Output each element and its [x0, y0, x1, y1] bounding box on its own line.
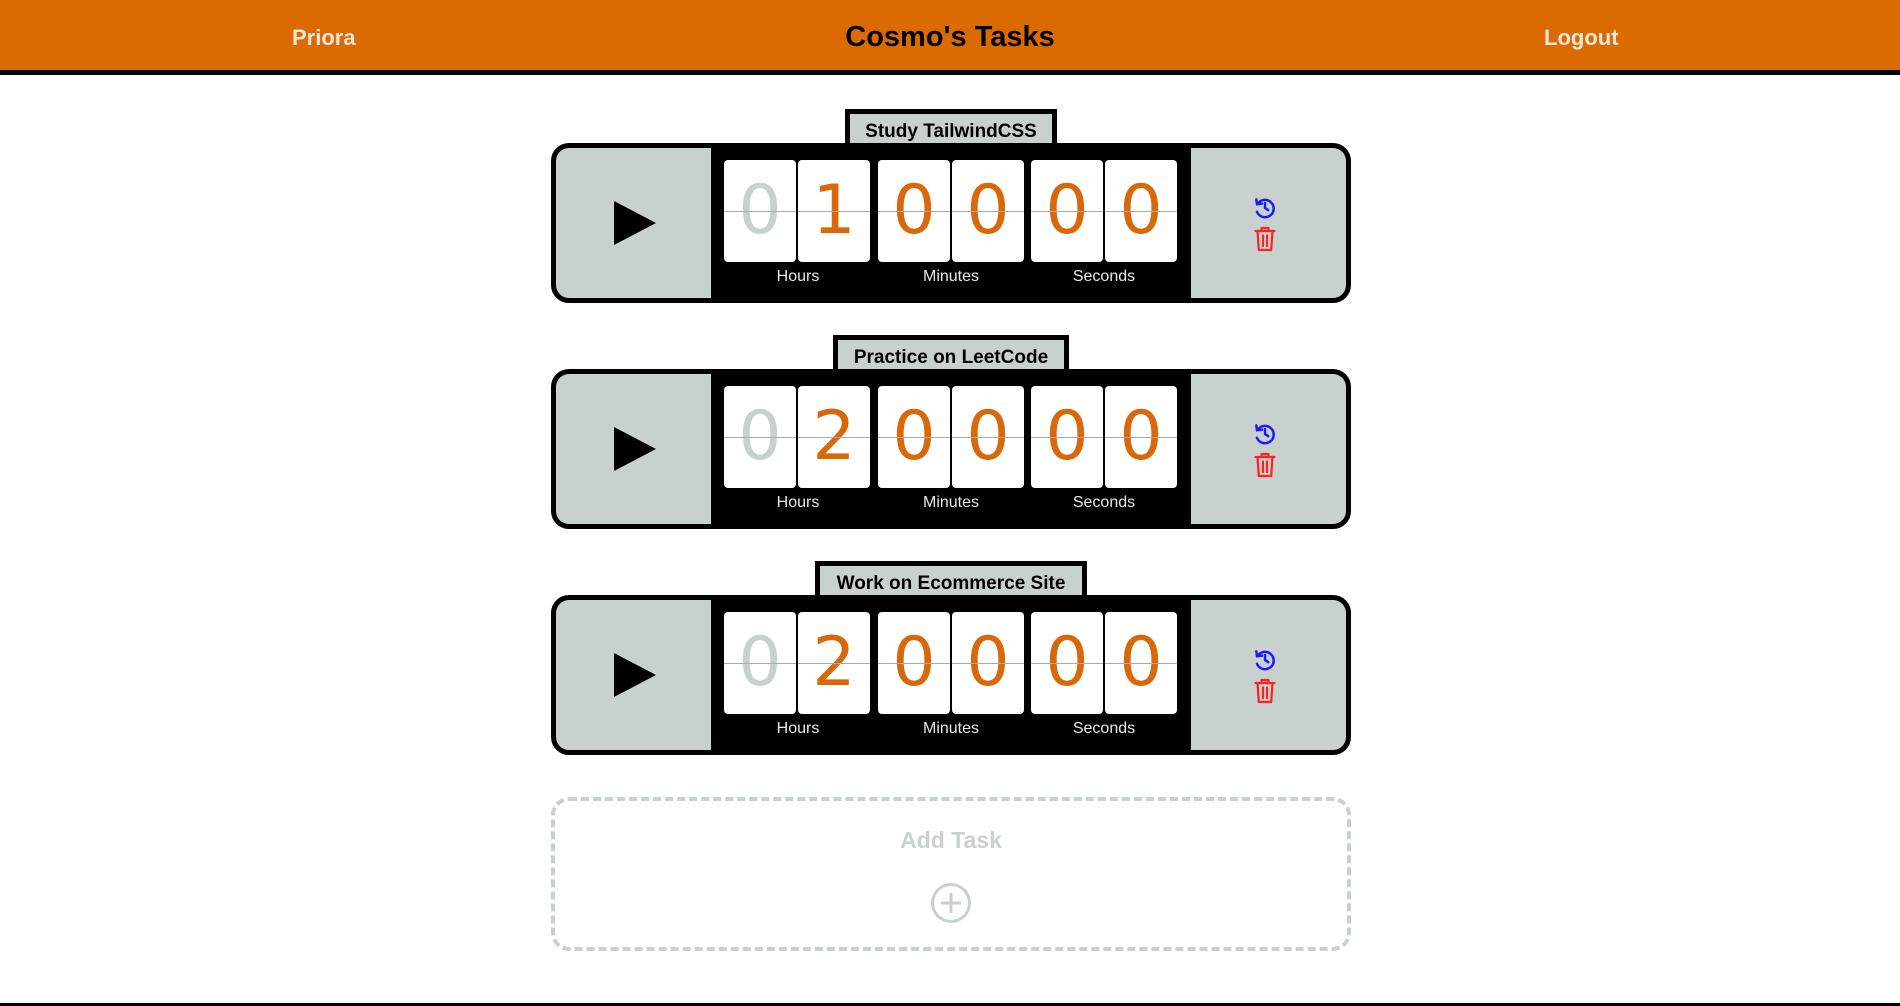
- minutes-ones-digit: 0: [952, 386, 1024, 488]
- hours-tens-digit: 0: [724, 386, 796, 488]
- brand-link[interactable]: Priora: [292, 0, 356, 75]
- task-card: Practice on LeetCode 0 2 0 0 0 0 Hours M…: [551, 335, 1351, 531]
- task-actions: [1191, 374, 1346, 524]
- minutes-tens-digit: 0: [878, 160, 950, 262]
- seconds-label: Seconds: [1072, 494, 1136, 511]
- play-icon: [614, 653, 656, 697]
- hours-label: Hours: [776, 494, 820, 511]
- minutes-tens-digit: 0: [878, 612, 950, 714]
- top-navbar: Priora Cosmo's Tasks Logout: [0, 0, 1900, 75]
- trash-icon[interactable]: [1254, 452, 1276, 478]
- minutes-ones-digit: 0: [952, 160, 1024, 262]
- hours-tens-digit: 0: [724, 160, 796, 262]
- seconds-tens-digit: 0: [1031, 386, 1103, 488]
- seconds-ones-digit: 0: [1105, 386, 1177, 488]
- hours-label: Hours: [776, 268, 820, 285]
- seconds-ones-digit: 0: [1105, 612, 1177, 714]
- hours-ones-digit: 1: [798, 160, 870, 262]
- hours-tens-digit: 0: [724, 612, 796, 714]
- hours-ones-digit: 2: [798, 612, 870, 714]
- minutes-label: Minutes: [922, 720, 980, 737]
- task-actions: [1191, 600, 1346, 750]
- trash-icon[interactable]: [1254, 226, 1276, 252]
- seconds-tens-digit: 0: [1031, 612, 1103, 714]
- task-card: Work on Ecommerce Site 0 2 0 0 0 0 Hours…: [551, 561, 1351, 757]
- logout-link[interactable]: Logout: [1544, 0, 1619, 75]
- minutes-label: Minutes: [922, 268, 980, 285]
- minutes-label: Minutes: [922, 494, 980, 511]
- play-button[interactable]: [556, 600, 711, 750]
- minutes-ones-digit: 0: [952, 612, 1024, 714]
- history-icon[interactable]: [1252, 647, 1278, 673]
- history-icon[interactable]: [1252, 195, 1278, 221]
- trash-icon[interactable]: [1254, 678, 1276, 704]
- task-actions: [1191, 148, 1346, 298]
- hours-label: Hours: [776, 720, 820, 737]
- timer-panel: 0 2 0 0 0 0 Hours Minutes Seconds: [551, 369, 1351, 529]
- play-button[interactable]: [556, 374, 711, 524]
- play-icon: [614, 427, 656, 471]
- seconds-tens-digit: 0: [1031, 160, 1103, 262]
- play-button[interactable]: [556, 148, 711, 298]
- play-icon: [614, 201, 656, 245]
- plus-circle-icon: [931, 883, 971, 923]
- hours-ones-digit: 2: [798, 386, 870, 488]
- seconds-ones-digit: 0: [1105, 160, 1177, 262]
- add-task-button[interactable]: Add Task: [551, 797, 1351, 951]
- seconds-label: Seconds: [1072, 720, 1136, 737]
- minutes-tens-digit: 0: [878, 386, 950, 488]
- timer-panel: 0 2 0 0 0 0 Hours Minutes Seconds: [551, 595, 1351, 755]
- add-task-label: Add Task: [900, 827, 1002, 853]
- task-card: Study TailwindCSS 0 1 0 0 0 0 Hours Minu…: [551, 109, 1351, 305]
- seconds-label: Seconds: [1072, 268, 1136, 285]
- timer-panel: 0 1 0 0 0 0 Hours Minutes Seconds: [551, 143, 1351, 303]
- history-icon[interactable]: [1252, 421, 1278, 447]
